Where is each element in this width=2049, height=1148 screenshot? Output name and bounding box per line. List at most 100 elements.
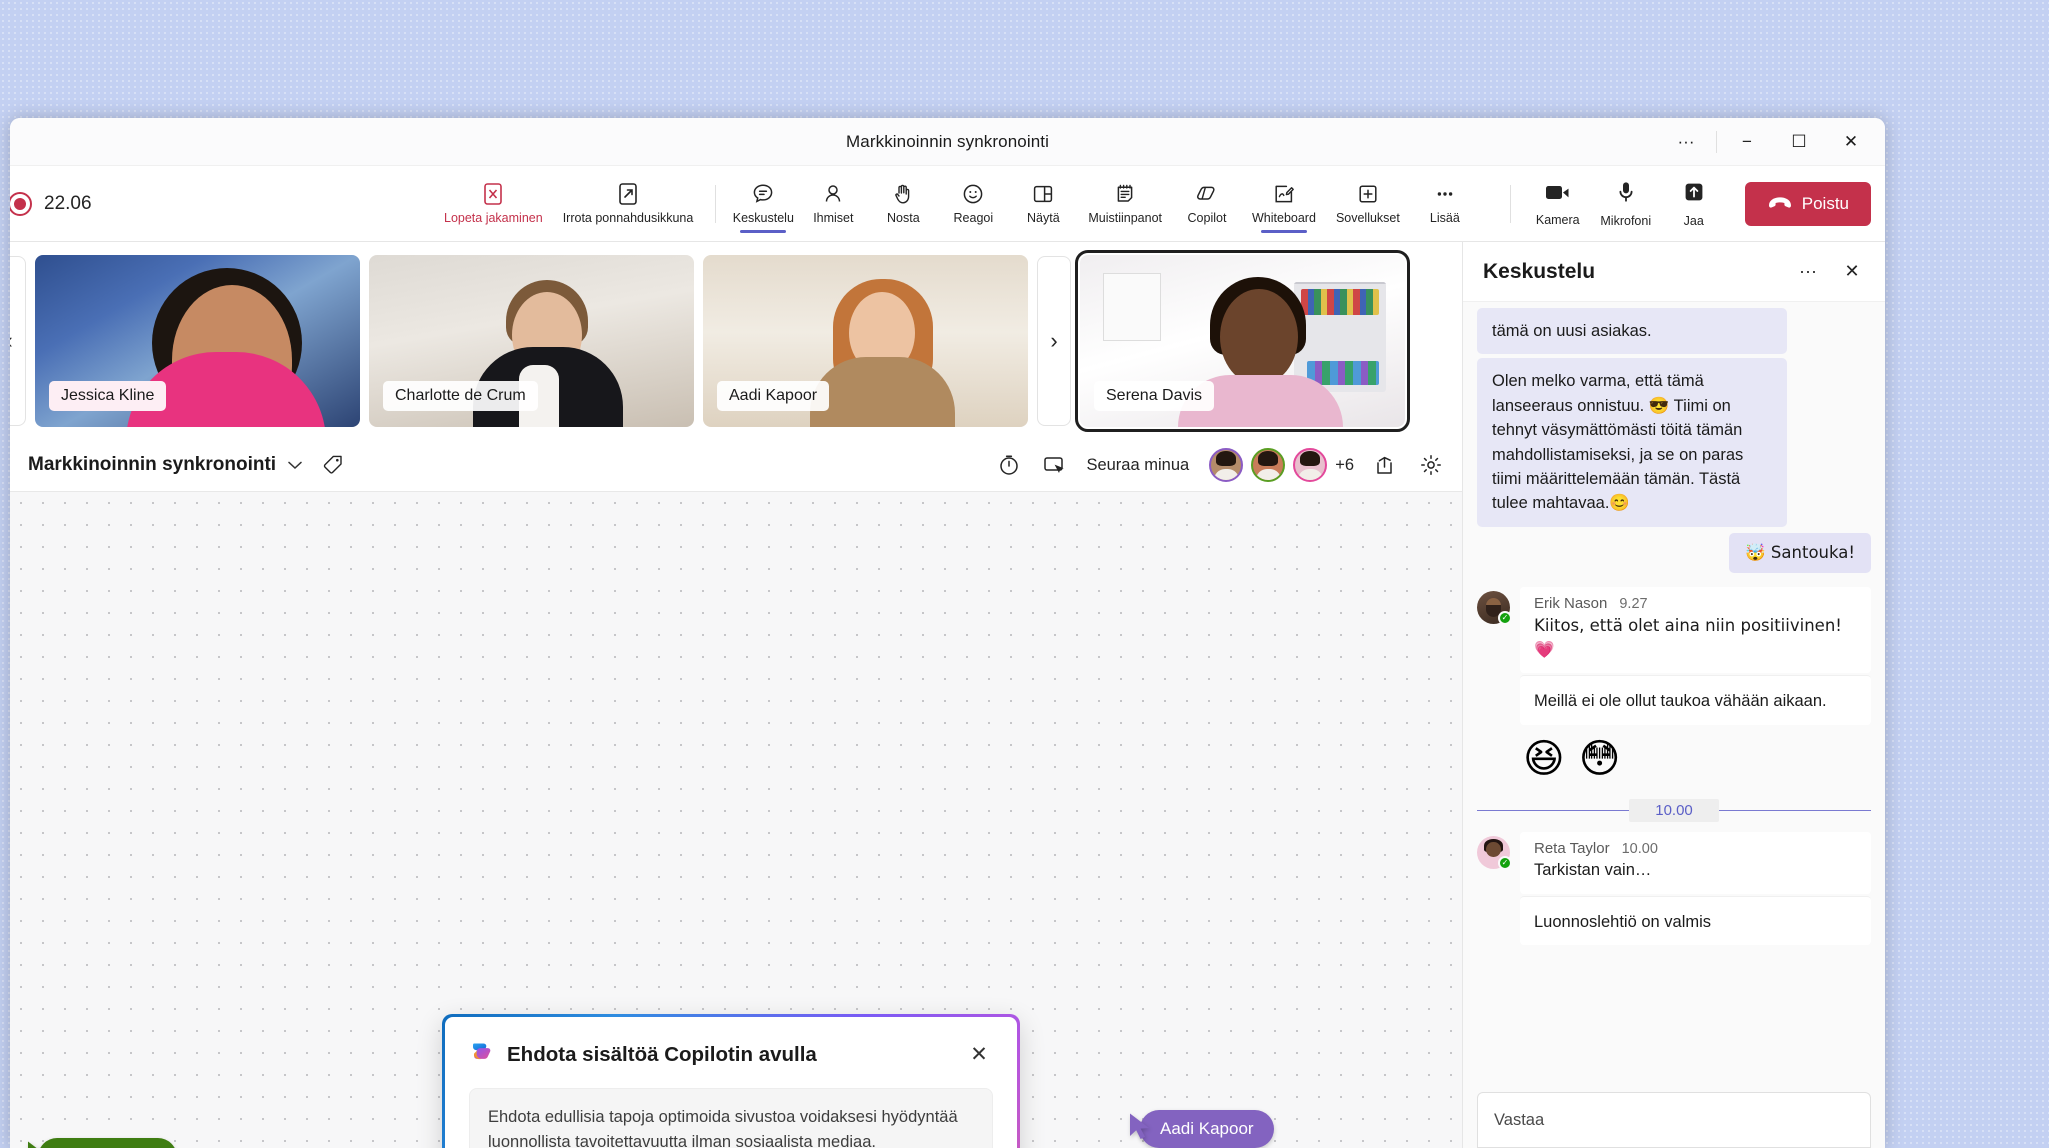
window-close-button[interactable]: ✕: [1825, 120, 1877, 164]
raise-hand-icon: [891, 181, 915, 207]
copilot-label: Copilot: [1187, 210, 1227, 225]
avatar[interactable]: [1293, 448, 1328, 482]
chat-label: Keskustelu: [732, 210, 794, 225]
presenter-icon[interactable]: [1040, 450, 1070, 480]
pop-out-button[interactable]: Irrota ponnahdusikkuna: [553, 177, 704, 231]
filmstrip-next-button[interactable]: ›: [1037, 255, 1071, 426]
message-author: Erik Nason: [1534, 594, 1608, 612]
copilot-button[interactable]: Copilot: [1172, 177, 1242, 231]
chat-panel: Keskustelu ··· ✕ tämä on uusi asiakas. O…: [1462, 242, 1885, 1148]
reaction-emoji[interactable]: 😳: [1579, 739, 1621, 779]
message-text: Kiitos, että olet aina niin positiivinen…: [1534, 615, 1842, 659]
whiteboard-right-controls: Seuraa minua +6: [994, 448, 1446, 482]
tile-name-label: Aadi Kapoor: [717, 380, 830, 411]
share-arrow-icon[interactable]: [1370, 450, 1400, 480]
camera-icon: [1544, 181, 1572, 208]
stop-sharing-button[interactable]: Lopeta jakaminen: [434, 177, 553, 231]
video-tile-jessica-kline[interactable]: Jessica Kline: [35, 254, 360, 427]
cursor-label: Aadi Kapoor: [1140, 1110, 1274, 1148]
chat-bubble-outgoing: 🤯 Santouka!: [1729, 532, 1871, 573]
chat-bubble-incoming: Olen melko varma, että tämä lanseeraus o…: [1477, 358, 1787, 527]
avatar[interactable]: ✓: [1477, 835, 1512, 870]
toolbar-divider-1: [715, 184, 717, 223]
notes-button[interactable]: Muistiinpanot: [1078, 177, 1172, 231]
message-text: Tarkistan vain…: [1534, 860, 1652, 879]
leave-call-button[interactable]: Poistu: [1744, 181, 1871, 226]
message-reactions: 😆 😳: [1523, 739, 1871, 779]
presence-available-icon: ✓: [1498, 855, 1512, 870]
window-title: Markkinoinnin synkronointi: [846, 131, 1049, 151]
camera-button[interactable]: Kamera: [1525, 177, 1591, 231]
pop-out-label: Irrota ponnahdusikkuna: [562, 210, 694, 225]
message-card: Erik Nason 9.27 Kiitos, että olet aina n…: [1520, 586, 1871, 673]
pop-out-icon: [617, 181, 639, 207]
follow-me-button[interactable]: Seuraa minua: [1086, 456, 1189, 475]
window-more-button[interactable]: ···: [1660, 120, 1712, 164]
message-author: Reta Taylor: [1534, 839, 1610, 857]
recording-indicator: 22.06: [10, 191, 92, 216]
people-button[interactable]: Ihmiset: [798, 177, 868, 231]
chat-close-button[interactable]: ✕: [1837, 257, 1867, 287]
notes-label: Muistiinpanot: [1088, 210, 1162, 225]
copilot-dialog-title: Ehdota sisältöä Copilotin avulla: [507, 1042, 817, 1066]
copilot-logo-icon: [469, 1039, 495, 1070]
reaction-emoji[interactable]: 😆: [1523, 739, 1565, 779]
window-maximize-button[interactable]: ☐: [1773, 120, 1825, 164]
raise-hand-button[interactable]: Nosta: [868, 177, 938, 231]
video-tile-serena-davis[interactable]: Serena Davis: [1075, 249, 1410, 432]
microphone-button[interactable]: Mikrofoni: [1593, 176, 1659, 232]
chevron-down-icon[interactable]: [288, 458, 302, 473]
meeting-toolbar: 22.06 Lopeta jakaminen Irrota ponnahdusi…: [10, 166, 1885, 242]
chat-more-button[interactable]: ···: [1793, 257, 1823, 287]
whiteboard-icon: [1272, 181, 1296, 207]
cursor-jessica-kline: Jessica Kline: [26, 1138, 178, 1148]
window-titlebar: Markkinoinnin synkronointi ··· − ☐ ✕: [10, 118, 1885, 166]
whiteboard-canvas[interactable]: Jessica Kline Charlotte de Crum Aadi Kap…: [10, 492, 1462, 1148]
record-dot-icon: [10, 191, 32, 216]
extra-participants-count[interactable]: +6: [1335, 456, 1354, 475]
call-controls: Kamera Mikrofoni Jaa Poistu: [1498, 176, 1871, 232]
view-button[interactable]: Näytä: [1008, 177, 1078, 231]
tag-icon[interactable]: [322, 454, 344, 476]
apps-button[interactable]: Sovellukset: [1326, 177, 1410, 231]
titlebar-divider: [1716, 131, 1717, 153]
chat-message-reta-taylor: ✓ Reta Taylor 10.00 Tarkistan vain… Luon…: [1477, 831, 1871, 946]
participant-avatars: +6: [1209, 448, 1354, 482]
filmstrip-prev-button[interactable]: ‹: [10, 255, 26, 426]
avatar[interactable]: [1209, 448, 1244, 482]
avatar[interactable]: ✓: [1477, 590, 1512, 625]
divider-time-label: 10.00: [1629, 798, 1719, 822]
avatar[interactable]: [1251, 448, 1286, 482]
react-button[interactable]: Reagoi: [938, 177, 1008, 231]
window-minimize-button[interactable]: −: [1721, 120, 1773, 164]
view-label: Näytä: [1027, 210, 1060, 225]
plus-square-icon: [1356, 181, 1380, 207]
cursor-label: Jessica Kline: [38, 1138, 178, 1148]
people-label: Ihmiset: [813, 210, 854, 225]
layout-icon: [1031, 181, 1055, 207]
share-button[interactable]: Jaa: [1661, 176, 1727, 232]
chat-compose-box[interactable]: Vastaa: [1477, 1092, 1871, 1148]
more-options-button[interactable]: Lisää: [1410, 177, 1480, 231]
chat-button[interactable]: Keskustelu: [728, 177, 798, 231]
video-tile-charlotte-de-crum[interactable]: Charlotte de Crum: [369, 254, 694, 427]
recording-timer: 22.06: [44, 192, 92, 214]
video-tile-aadi-kapoor[interactable]: Aadi Kapoor: [703, 254, 1028, 427]
people-icon: [821, 181, 845, 207]
chat-message-erik-nason: ✓ Erik Nason 9.27 Kiitos, että olet aina…: [1477, 586, 1871, 725]
whiteboard-button[interactable]: Whiteboard: [1242, 177, 1326, 231]
copilot-suggestion-dialog: Ehdota sisältöä Copilotin avulla ✕ Ehdot…: [442, 1014, 1020, 1148]
cursor-aadi-kapoor: Aadi Kapoor: [1128, 1110, 1274, 1148]
presence-available-icon: ✓: [1498, 610, 1512, 625]
chat-message-list[interactable]: tämä on uusi asiakas. Olen melko varma, …: [1463, 302, 1885, 1148]
teams-window: Markkinoinnin synkronointi ··· − ☐ ✕ 22.…: [10, 118, 1885, 1148]
toolbar-divider-2: [1509, 184, 1511, 223]
copilot-close-button[interactable]: ✕: [965, 1041, 993, 1069]
copilot-prompt-text: Ehdota edullisia tapoja optimoida sivust…: [469, 1088, 993, 1148]
gear-icon[interactable]: [1416, 450, 1446, 480]
timer-icon[interactable]: [994, 450, 1024, 480]
apps-label: Sovellukset: [1335, 210, 1400, 225]
message-card: Reta Taylor 10.00 Tarkistan vain…: [1520, 831, 1871, 894]
notes-icon: [1113, 181, 1137, 207]
tile-name-label: Charlotte de Crum: [383, 380, 538, 411]
